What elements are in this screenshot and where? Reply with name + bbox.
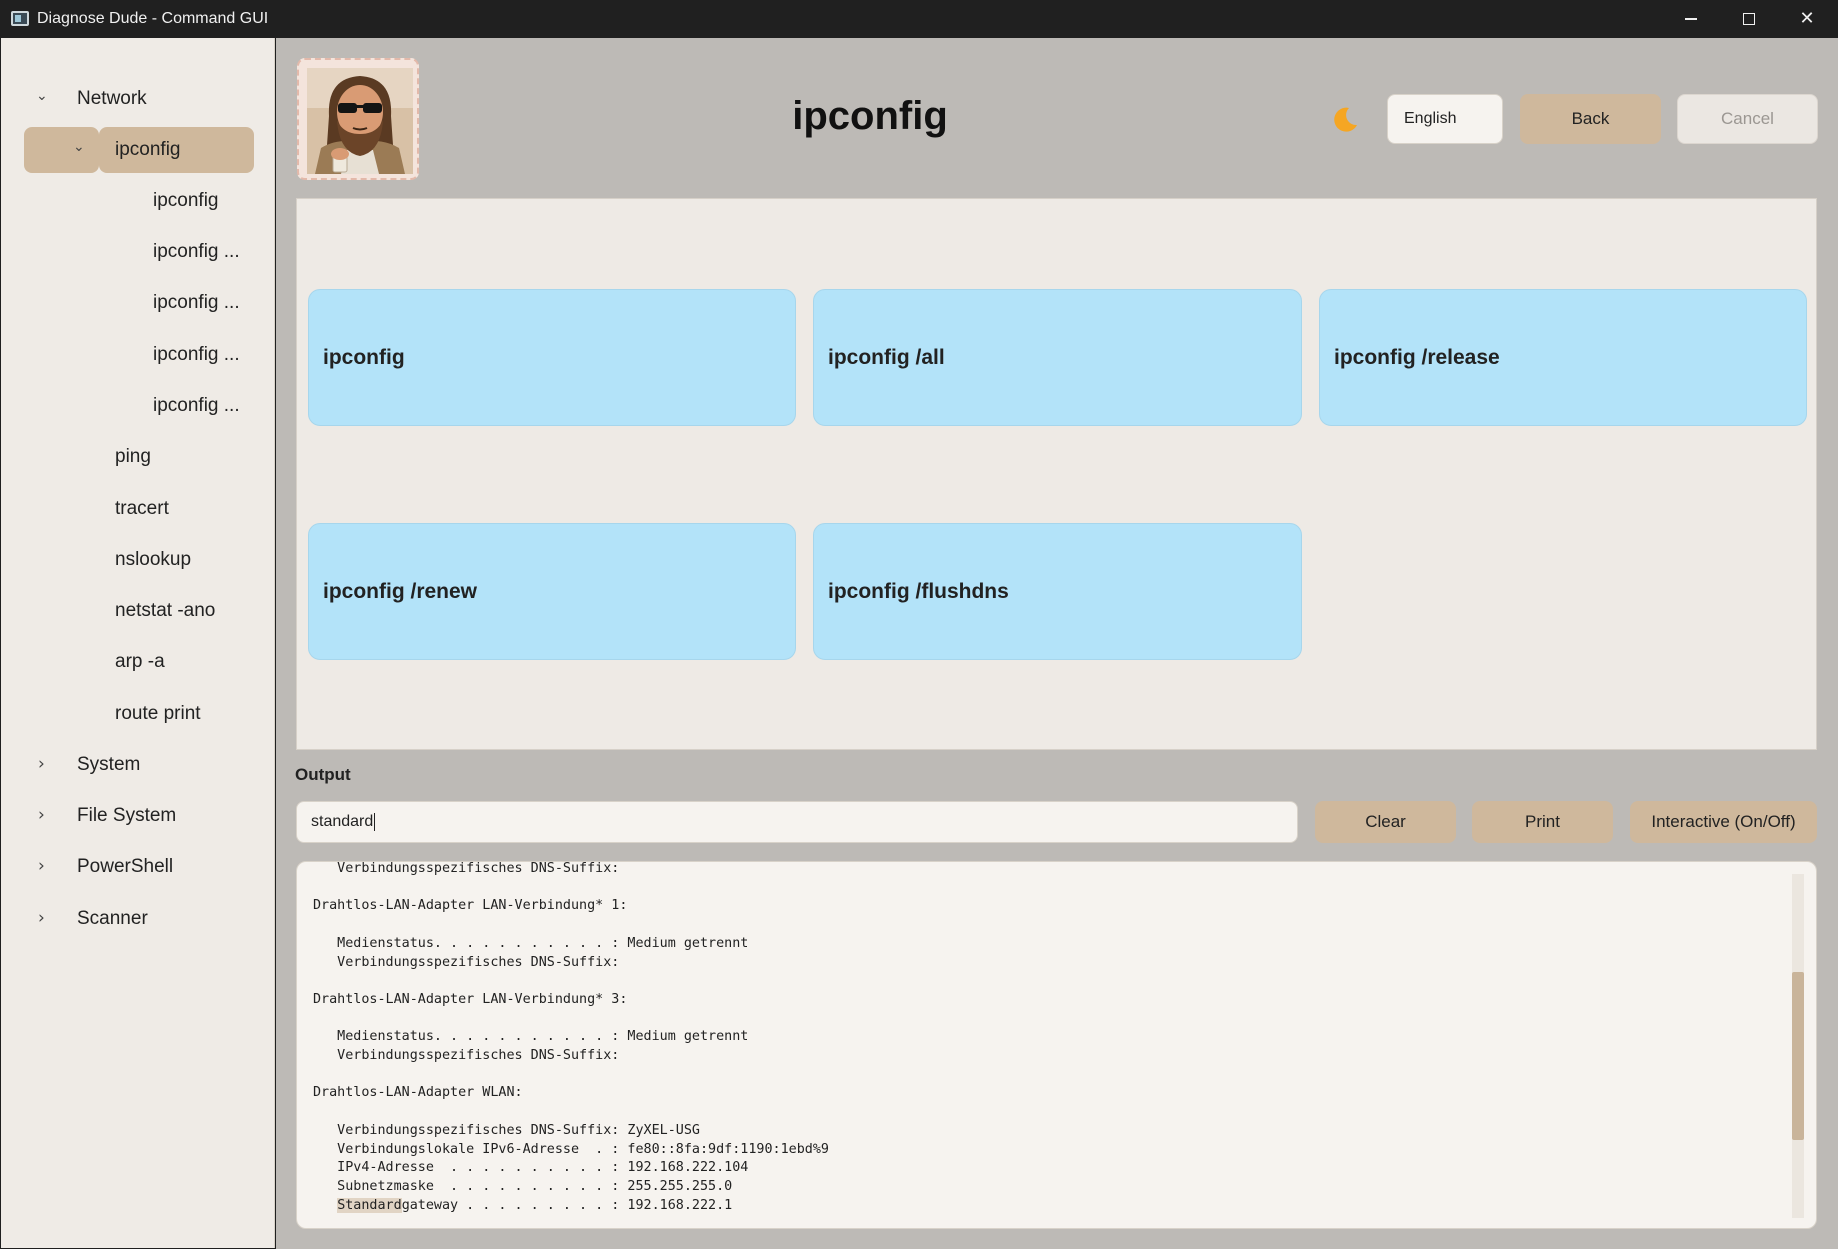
app-icon: [11, 11, 29, 26]
tree-subitem[interactable]: ipconfig: [153, 178, 263, 224]
output-line: Medienstatus. . . . . . . . . . . : Medi…: [313, 935, 749, 951]
command-button-ipconfig[interactable]: ipconfig: [308, 289, 796, 426]
chevron-right-icon: ›: [38, 856, 45, 876]
output-line: Verbindungsspezifisches DNS-Suffix:: [313, 861, 620, 876]
chevron-right-icon: ›: [38, 805, 45, 825]
tree-item-nslookup[interactable]: nslookup: [115, 537, 265, 583]
scrollbar-thumb[interactable]: [1792, 972, 1804, 1140]
output-line: Subnetzmaske . . . . . . . . . . : 255.2…: [313, 1178, 733, 1194]
command-button-ipconfig-flushdns[interactable]: ipconfig /flushdns: [813, 523, 1302, 660]
output-line: Verbindungsspezifisches DNS-Suffix:: [313, 1048, 620, 1064]
chevron-down-icon: ⌄: [73, 139, 85, 155]
avatar: [307, 68, 413, 174]
output-label: Output: [295, 765, 351, 784]
tree-category-label: Network: [77, 88, 147, 109]
page-title: ipconfig: [792, 94, 948, 138]
output-input[interactable]: standard: [296, 801, 1298, 843]
command-button-ipconfig-all[interactable]: ipconfig /all: [813, 289, 1302, 426]
avatar-frame: [297, 58, 419, 180]
output-line: gateway . . . . . . . . . : 192.168.222.…: [401, 1197, 733, 1213]
tree-category-powershell[interactable]: › PowerShell: [1, 844, 275, 890]
close-button[interactable]: ✕: [1778, 0, 1836, 38]
tree-item-netstat[interactable]: netstat -ano: [115, 588, 265, 634]
window-title: Diagnose Dude - Command GUI: [37, 10, 269, 27]
maximize-button[interactable]: [1720, 0, 1778, 38]
back-button[interactable]: Back: [1520, 94, 1661, 144]
tree-item-ipconfig[interactable]: ⌄ ipconfig: [24, 127, 254, 173]
command-button-ipconfig-release[interactable]: ipconfig /release: [1319, 289, 1807, 426]
command-panel: ipconfig ipconfig /all ipconfig /release…: [296, 198, 1817, 750]
interactive-toggle-button[interactable]: Interactive (On/Off): [1630, 801, 1817, 843]
tree-category-label: File System: [77, 805, 177, 826]
tree-subitem[interactable]: ipconfig ...: [153, 280, 263, 326]
output-line: Verbindungsspezifisches DNS-Suffix: ZyXE…: [313, 1122, 700, 1138]
output-line: Drahtlos-LAN-Adapter WLAN:: [313, 1085, 523, 1101]
output-line: IPv4-Adresse . . . . . . . . . . : 192.1…: [313, 1160, 749, 1176]
tree-item-route-print[interactable]: route print: [115, 691, 265, 737]
chevron-right-icon: ›: [38, 908, 45, 928]
tree-category-label: PowerShell: [77, 856, 174, 877]
tree-item-ping[interactable]: ping: [115, 434, 265, 480]
chevron-right-icon: ›: [38, 754, 45, 774]
text-caret: [374, 812, 376, 831]
output-line: Drahtlos-LAN-Adapter LAN-Verbindung* 3:: [313, 991, 628, 1007]
minimize-button[interactable]: [1662, 0, 1720, 38]
output-text: Verbindungsspezifisches DNS-Suffix: Drah…: [313, 861, 829, 1215]
tree-subitem[interactable]: ipconfig ...: [153, 229, 263, 275]
output-line: Verbindungsspezifisches DNS-Suffix:: [313, 954, 620, 970]
tree-subitem[interactable]: ipconfig ...: [153, 383, 263, 429]
output-line: Verbindungslokale IPv6-Adresse . : fe80:…: [313, 1141, 829, 1157]
language-select[interactable]: English: [1387, 94, 1503, 144]
cancel-button[interactable]: Cancel: [1677, 94, 1818, 144]
tree-category-scanner[interactable]: › Scanner: [1, 896, 275, 942]
tree-item-tracert[interactable]: tracert: [115, 486, 265, 532]
moon-icon[interactable]: [1330, 105, 1360, 135]
output-input-value: standard: [311, 813, 374, 830]
chevron-down-icon: ⌄: [36, 88, 48, 104]
search-highlight: Standard: [337, 1197, 402, 1213]
tree-item-label: ipconfig: [115, 139, 181, 160]
tree-category-file-system[interactable]: › File System: [1, 793, 275, 839]
tree-item-arp[interactable]: arp -a: [115, 639, 265, 685]
tree-category-label: System: [77, 754, 141, 775]
dude-avatar-icon: [307, 68, 413, 174]
output-line: Drahtlos-LAN-Adapter LAN-Verbindung* 1:: [313, 898, 628, 914]
title-bar: Diagnose Dude - Command GUI ✕: [0, 0, 1838, 38]
tree-category-system[interactable]: › System: [1, 742, 275, 788]
close-icon: ✕: [1799, 8, 1815, 29]
command-button-ipconfig-renew[interactable]: ipconfig /renew: [308, 523, 796, 660]
maximize-icon: [1743, 13, 1755, 25]
print-button[interactable]: Print: [1472, 801, 1613, 843]
output-line: Medienstatus. . . . . . . . . . . : Medi…: [313, 1029, 749, 1045]
tree-category-network[interactable]: ⌄ Network: [1, 76, 275, 122]
output-console[interactable]: Verbindungsspezifisches DNS-Suffix: Drah…: [296, 861, 1817, 1229]
minimize-icon: [1685, 18, 1697, 20]
tree-category-label: Scanner: [77, 908, 148, 929]
clear-button[interactable]: Clear: [1315, 801, 1456, 843]
sidebar: ⌄ Network ⌄ ipconfig ipconfig ipconfig .…: [1, 38, 275, 1248]
tree-subitem[interactable]: ipconfig ...: [153, 332, 263, 378]
